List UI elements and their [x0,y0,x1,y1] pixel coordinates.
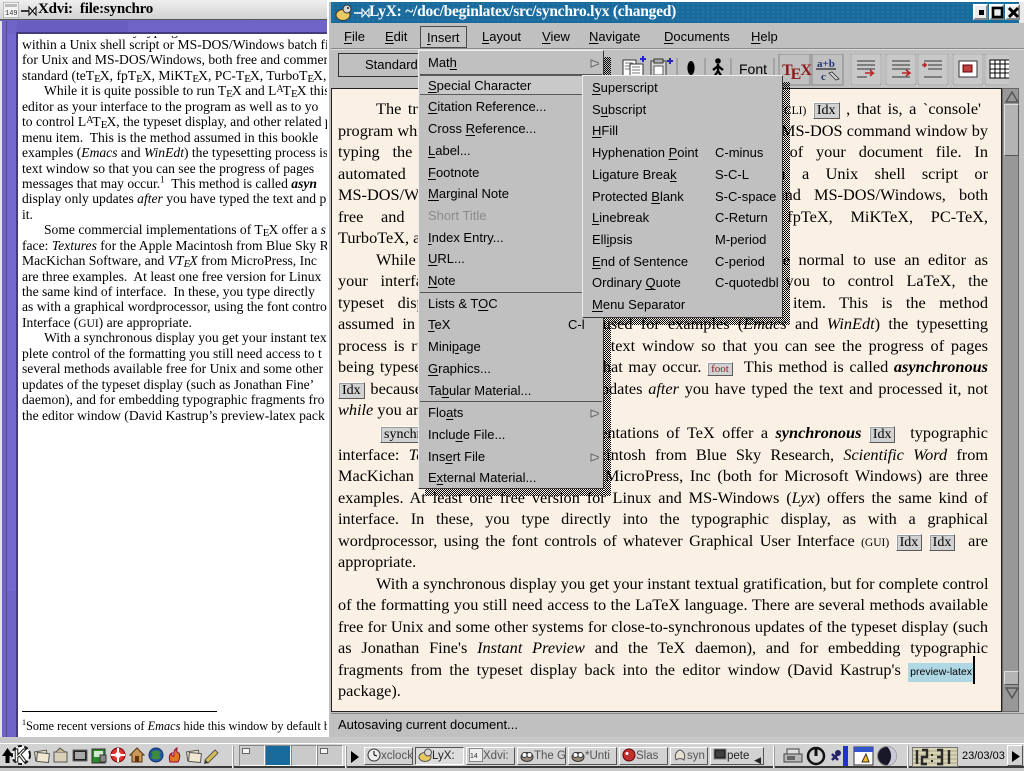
svg-text:K: K [14,746,27,766]
svg-text:14: 14 [470,753,478,760]
svg-text:149: 149 [5,10,18,18]
svg-text:a+b: a+b [817,58,835,70]
svg-text:c: c [821,71,826,83]
